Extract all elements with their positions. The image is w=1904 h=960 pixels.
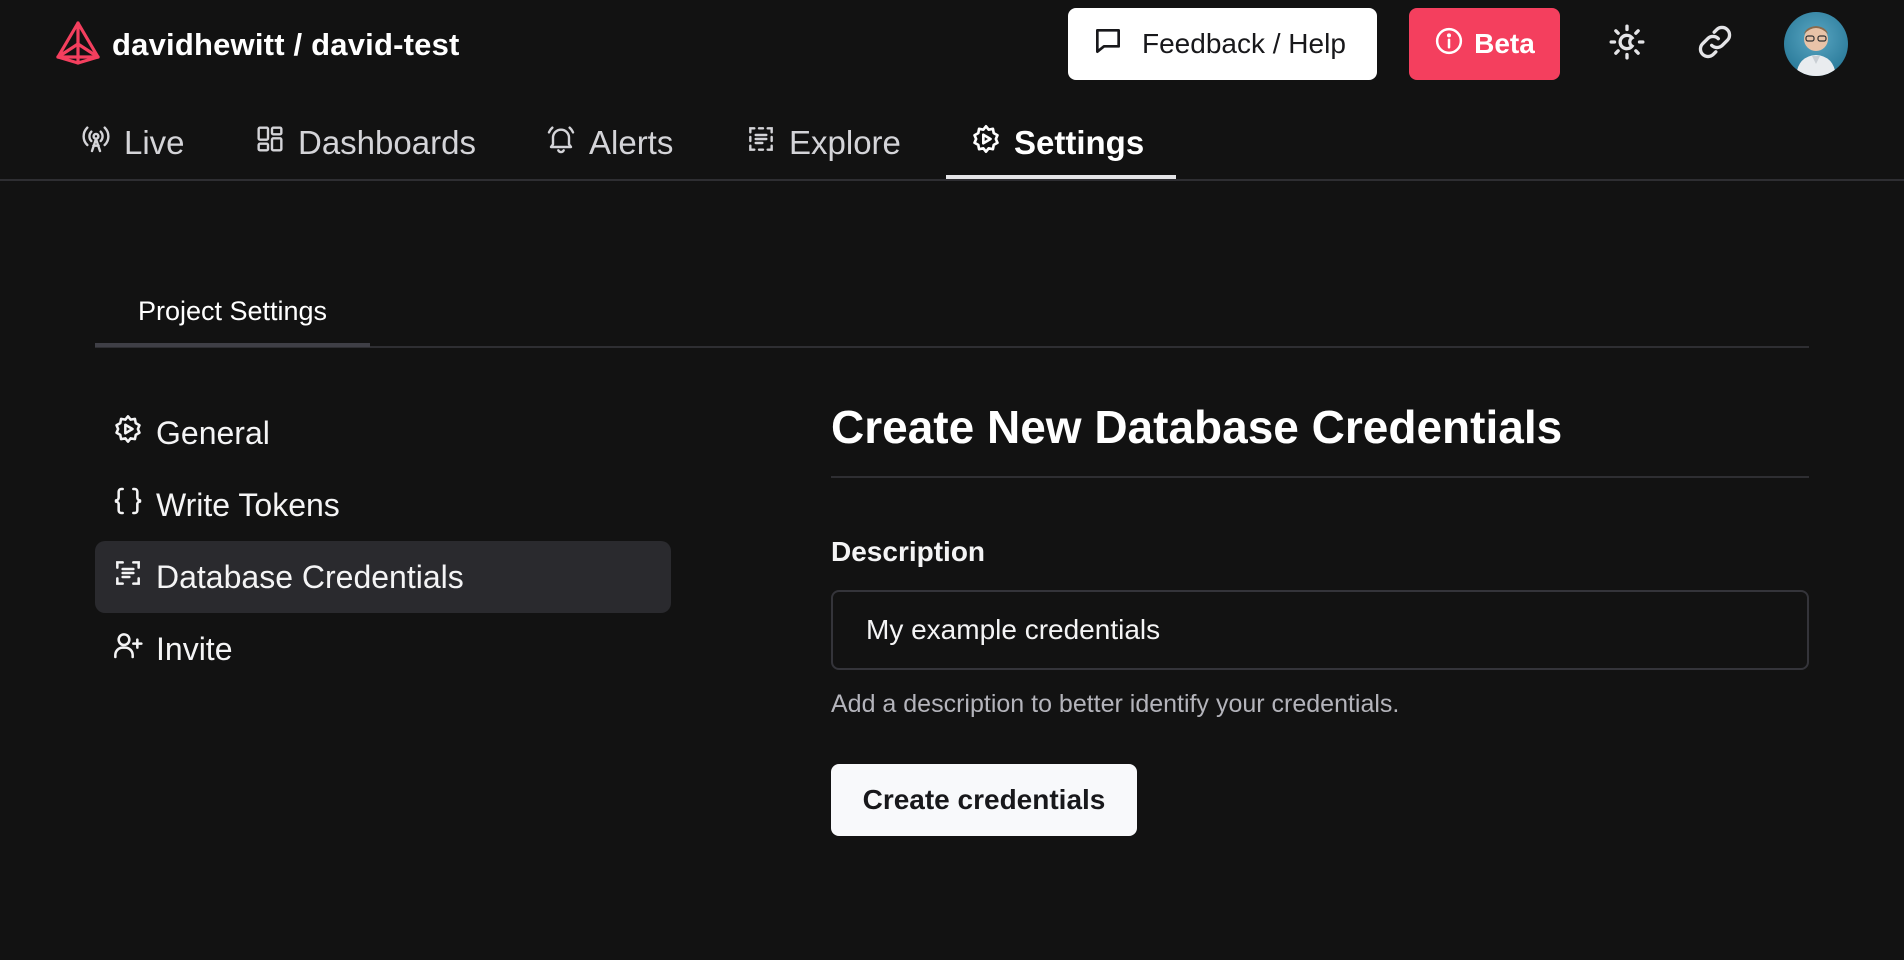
tab-project-settings[interactable]: Project Settings [95,274,370,348]
sidebar-item-label: Write Tokens [156,486,340,523]
broadcast-icon [80,123,112,163]
sidebar-item-database-credentials[interactable]: Database Credentials [95,541,671,613]
user-avatar[interactable] [1784,12,1848,76]
sidebar-item-label: Database Credentials [156,558,464,595]
description-helper-text: Add a description to better identify you… [831,690,1400,718]
nav-alerts-label: Alerts [589,123,674,161]
database-credentials-icon [112,557,144,597]
description-input[interactable] [831,590,1809,670]
info-circle-icon [1434,26,1464,63]
pyramid-logo-icon [54,20,102,71]
nav-dashboards-label: Dashboards [298,123,476,161]
feedback-help-label: Feedback / Help [1142,28,1346,59]
create-credentials-button[interactable]: Create credentials [831,764,1137,836]
sidebar-item-general[interactable]: General [95,397,671,469]
message-square-icon [1092,25,1124,64]
dashboard-grid-icon [254,123,286,163]
gear-icon [970,123,1002,163]
explore-icon [745,123,777,163]
link-icon [1695,22,1735,67]
sidebar-item-invite[interactable]: Invite [95,613,671,685]
copy-link-button[interactable] [1691,20,1739,68]
nav-live[interactable]: Live [80,104,185,181]
page-title: Create New Database Credentials [831,401,1563,453]
user-plus-icon [112,629,144,669]
nav-live-label: Live [124,123,185,161]
nav-explore[interactable]: Explore [745,104,901,181]
project-breadcrumb[interactable]: davidhewitt / david-test [112,27,460,63]
settings-subtabs: Project Settings [95,274,1809,348]
nav-explore-label: Explore [789,123,901,161]
brand[interactable]: davidhewitt / david-test [54,20,460,71]
avatar-portrait-icon [1796,26,1836,76]
sun-moon-icon [1607,22,1647,67]
nav-dashboards[interactable]: Dashboards [254,104,476,181]
nav-settings-label: Settings [1014,123,1145,161]
nav-alerts[interactable]: Alerts [545,104,673,181]
feedback-help-button[interactable]: Feedback / Help [1068,8,1377,80]
subtab-active-indicator [95,343,370,347]
theme-toggle-button[interactable] [1603,20,1651,68]
bell-icon [545,123,577,163]
title-divider [831,476,1809,478]
main-nav: Live Dashboards Alerts Explore Settings [0,104,1904,181]
nav-settings[interactable]: Settings [970,104,1144,181]
beta-label: Beta [1474,28,1535,59]
gear-icon [112,413,144,453]
top-bar: davidhewitt / david-test Feedback / Help… [0,0,1904,88]
sidebar-item-label: General [156,414,270,451]
braces-icon [112,485,144,525]
description-label: Description [831,536,986,567]
nav-active-indicator [946,175,1176,179]
sidebar-item-label: Invite [156,630,233,667]
sidebar-item-write-tokens[interactable]: Write Tokens [95,469,671,541]
beta-button[interactable]: Beta [1409,8,1560,80]
